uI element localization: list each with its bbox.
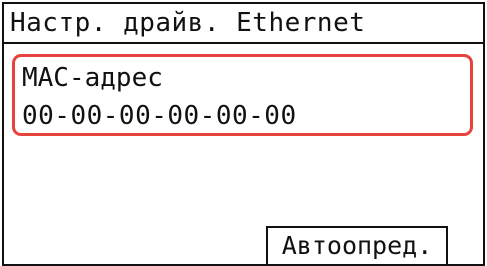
screen-title: Настр. драйв. Ethernet (4, 4, 483, 44)
mac-address-item[interactable]: МАС-адрес 00-00-00-00-00-00 (12, 54, 473, 136)
device-display: Настр. драйв. Ethernet МАС-адрес 00-00-0… (2, 2, 485, 266)
mac-address-value: 00-00-00-00-00-00 (22, 101, 297, 131)
mac-address-label: МАС-адрес (22, 63, 163, 93)
auto-detect-button[interactable]: Автоопред. (266, 226, 448, 264)
